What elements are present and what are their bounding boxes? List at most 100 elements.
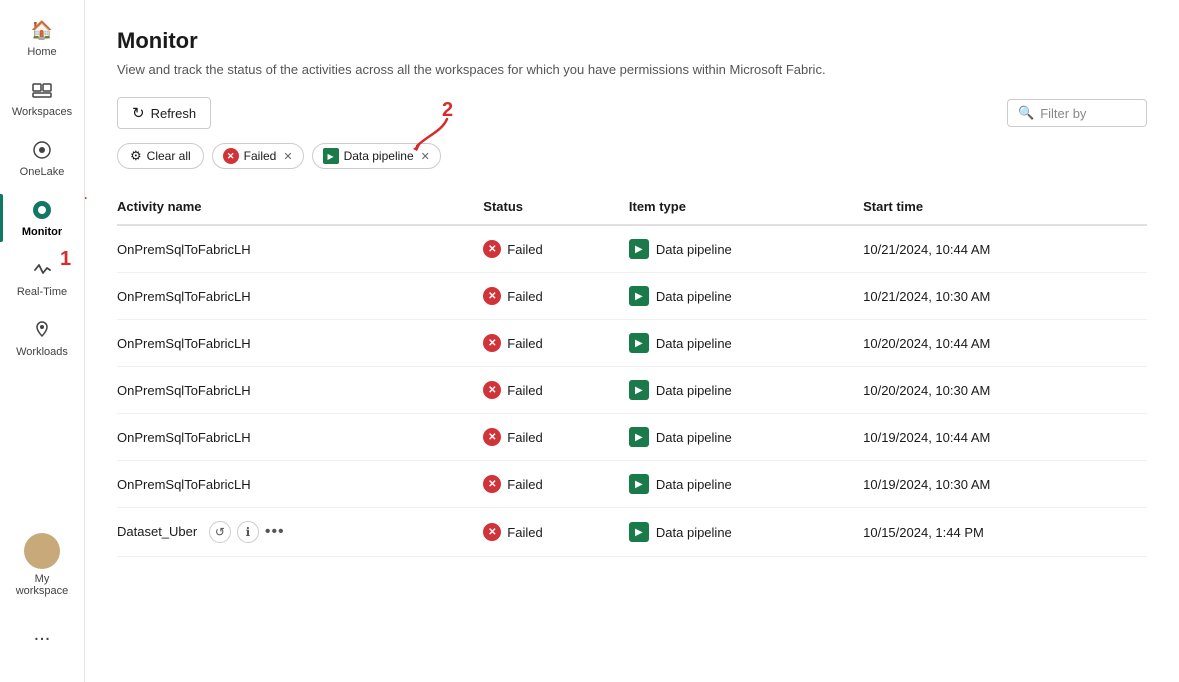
start-time-cell: 10/21/2024, 10:44 AM — [863, 225, 1147, 273]
sidebar-item-myworkspace[interactable]: My workspace — [0, 523, 84, 607]
status-cell: ✕ Failed — [483, 461, 629, 508]
table-row[interactable]: OnPremSqlToFabricLH ✕ Failed ▶ Data pipe… — [117, 414, 1147, 461]
item-type-cell: ▶ Data pipeline — [629, 320, 863, 367]
status-cell: ✕ Failed — [483, 508, 629, 557]
page-title: Monitor — [117, 28, 1147, 54]
item-type: ▶ Data pipeline — [629, 239, 851, 259]
status-label: Failed — [507, 336, 542, 351]
start-time-cell: 10/21/2024, 10:30 AM — [863, 273, 1147, 320]
retry-icon[interactable]: ↺ — [209, 521, 231, 543]
datapipeline-chip-icon: ▶ — [323, 148, 339, 164]
failed-chip-label: Failed — [244, 149, 277, 163]
item-type-label: Data pipeline — [656, 242, 732, 257]
status-badge: ✕ Failed — [483, 287, 617, 305]
status-badge: ✕ Failed — [483, 240, 617, 258]
table-row[interactable]: OnPremSqlToFabricLH ✕ Failed ▶ Data pipe… — [117, 461, 1147, 508]
clear-all-label: Clear all — [147, 149, 191, 163]
item-type-cell: ▶ Data pipeline — [629, 508, 863, 557]
pipeline-icon: ▶ — [629, 333, 649, 353]
activity-name-cell: OnPremSqlToFabricLH — [117, 367, 483, 414]
filter-chip-datapipeline[interactable]: ▶ Data pipeline ✕ — [312, 143, 441, 169]
filter-bar[interactable]: 🔍 Filter by — [1007, 99, 1147, 127]
info-icon[interactable]: ℹ — [237, 521, 259, 543]
status-badge: ✕ Failed — [483, 523, 617, 541]
col-start-time: Start time — [863, 189, 1147, 225]
home-icon: 🏠 — [30, 18, 54, 42]
sidebar-item-label: OneLake — [20, 166, 65, 178]
data-table: Activity name Status Item type Start tim… — [117, 189, 1147, 557]
failed-icon: ✕ — [483, 334, 501, 352]
item-type: ▶ Data pipeline — [629, 427, 851, 447]
sidebar-item-monitor[interactable]: Monitor — [0, 188, 84, 248]
table-row[interactable]: OnPremSqlToFabricLH ✕ Failed ▶ Data pipe… — [117, 225, 1147, 273]
start-time-cell: 10/20/2024, 10:44 AM — [863, 320, 1147, 367]
activity-name-cell: OnPremSqlToFabricLH — [117, 225, 483, 273]
status-cell: ✕ Failed — [483, 225, 629, 273]
item-type: ▶ Data pipeline — [629, 286, 851, 306]
avatar — [24, 533, 60, 569]
status-badge: ✕ Failed — [483, 381, 617, 399]
item-type-cell: ▶ Data pipeline — [629, 414, 863, 461]
datapipeline-chip-close[interactable]: ✕ — [421, 150, 430, 163]
item-type-label: Data pipeline — [656, 525, 732, 540]
status-label: Failed — [507, 242, 542, 257]
item-type: ▶ Data pipeline — [629, 380, 851, 400]
sidebar: 🏠 Home Workspaces OneLake Moni — [0, 0, 85, 682]
refresh-label: Refresh — [151, 106, 197, 121]
table-row[interactable]: OnPremSqlToFabricLH ✕ Failed ▶ Data pipe… — [117, 367, 1147, 414]
status-badge: ✕ Failed — [483, 428, 617, 446]
pipeline-icon: ▶ — [629, 380, 649, 400]
sidebar-item-home[interactable]: 🏠 Home — [0, 8, 84, 68]
item-type-label: Data pipeline — [656, 383, 732, 398]
item-type-cell: ▶ Data pipeline — [629, 273, 863, 320]
filters-row: 2 ⚙ Clear all ✕ Failed ✕ ▶ Data pipeline… — [117, 143, 1147, 169]
status-label: Failed — [507, 383, 542, 398]
item-type-cell: ▶ Data pipeline — [629, 225, 863, 273]
filter-placeholder: Filter by — [1040, 106, 1086, 121]
start-time-cell: 10/19/2024, 10:44 AM — [863, 414, 1147, 461]
failed-icon: ✕ — [483, 523, 501, 541]
col-activity-name: Activity name — [117, 189, 483, 225]
more-button[interactable]: ... — [26, 615, 59, 654]
status-label: Failed — [507, 430, 542, 445]
pipeline-icon: ▶ — [629, 427, 649, 447]
activity-name-cell: OnPremSqlToFabricLH — [117, 273, 483, 320]
table-row[interactable]: OnPremSqlToFabricLH ✕ Failed ▶ Data pipe… — [117, 273, 1147, 320]
status-badge: ✕ Failed — [483, 334, 617, 352]
refresh-button[interactable]: ↻ Refresh — [117, 97, 211, 129]
sidebar-item-workspaces[interactable]: Workspaces — [0, 68, 84, 128]
activity-name-cell: Dataset_Uber ↺ ℹ ••• — [117, 508, 483, 557]
item-type: ▶ Data pipeline — [629, 333, 851, 353]
failed-chip-close[interactable]: ✕ — [283, 150, 292, 163]
status-label: Failed — [507, 289, 542, 304]
status-cell: ✕ Failed — [483, 273, 629, 320]
sidebar-item-label: Monitor — [22, 226, 62, 238]
status-cell: ✕ Failed — [483, 414, 629, 461]
status-cell: ✕ Failed — [483, 367, 629, 414]
item-type-label: Data pipeline — [656, 477, 732, 492]
col-status: Status — [483, 189, 629, 225]
sidebar-item-realtime[interactable]: Real-Time — [0, 248, 84, 308]
status-badge: ✕ Failed — [483, 475, 617, 493]
pipeline-icon: ▶ — [629, 239, 649, 259]
table-header: Activity name Status Item type Start tim… — [117, 189, 1147, 225]
sidebar-item-onelake[interactable]: OneLake — [0, 128, 84, 188]
sidebar-item-label: Workspaces — [12, 106, 72, 118]
col-item-type: Item type — [629, 189, 863, 225]
onelake-icon — [30, 138, 54, 162]
realtime-icon — [30, 258, 54, 282]
table-body: OnPremSqlToFabricLH ✕ Failed ▶ Data pipe… — [117, 225, 1147, 557]
table-row[interactable]: OnPremSqlToFabricLH ✕ Failed ▶ Data pipe… — [117, 320, 1147, 367]
search-icon: 🔍 — [1018, 105, 1034, 121]
failed-icon: ✕ — [483, 428, 501, 446]
sidebar-item-workloads[interactable]: Workloads — [0, 308, 84, 368]
filter-chip-failed[interactable]: ✕ Failed ✕ — [212, 143, 304, 169]
sidebar-item-label: Real-Time — [17, 286, 67, 298]
table-row[interactable]: Dataset_Uber ↺ ℹ ••• ✕ Failed ▶ Data pip… — [117, 508, 1147, 557]
clear-all-button[interactable]: ⚙ Clear all — [117, 143, 204, 169]
item-type: ▶ Data pipeline — [629, 522, 851, 542]
more-options-icon[interactable]: ••• — [265, 523, 285, 541]
item-type-label: Data pipeline — [656, 430, 732, 445]
failed-icon: ✕ — [483, 475, 501, 493]
failed-chip-icon: ✕ — [223, 148, 239, 164]
